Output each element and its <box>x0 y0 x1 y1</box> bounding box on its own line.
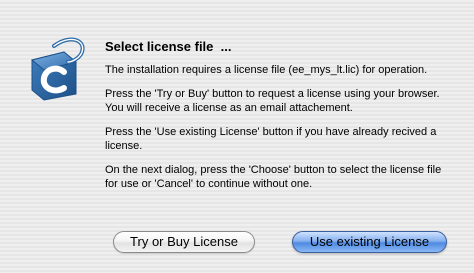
message-paragraph: On the next dialog, press the 'Choose' b… <box>105 164 442 190</box>
message-paragraph: The installation requires a license file… <box>105 64 428 76</box>
message-paragraph: Press the 'Use existing License' button … <box>105 126 437 152</box>
use-existing-license-button[interactable]: Use existing License <box>292 231 447 253</box>
license-dialog: Select license file ... The installation… <box>0 0 474 273</box>
dialog-content: Select license file ... The installation… <box>105 39 455 201</box>
app-logo-icon <box>24 32 88 102</box>
try-or-buy-button[interactable]: Try or Buy License <box>113 231 255 253</box>
dialog-title: Select license file ... <box>105 39 232 54</box>
message-paragraph: Press the 'Try or Buy' button to request… <box>105 88 440 114</box>
button-row: Try or Buy License Use existing License <box>0 231 474 255</box>
